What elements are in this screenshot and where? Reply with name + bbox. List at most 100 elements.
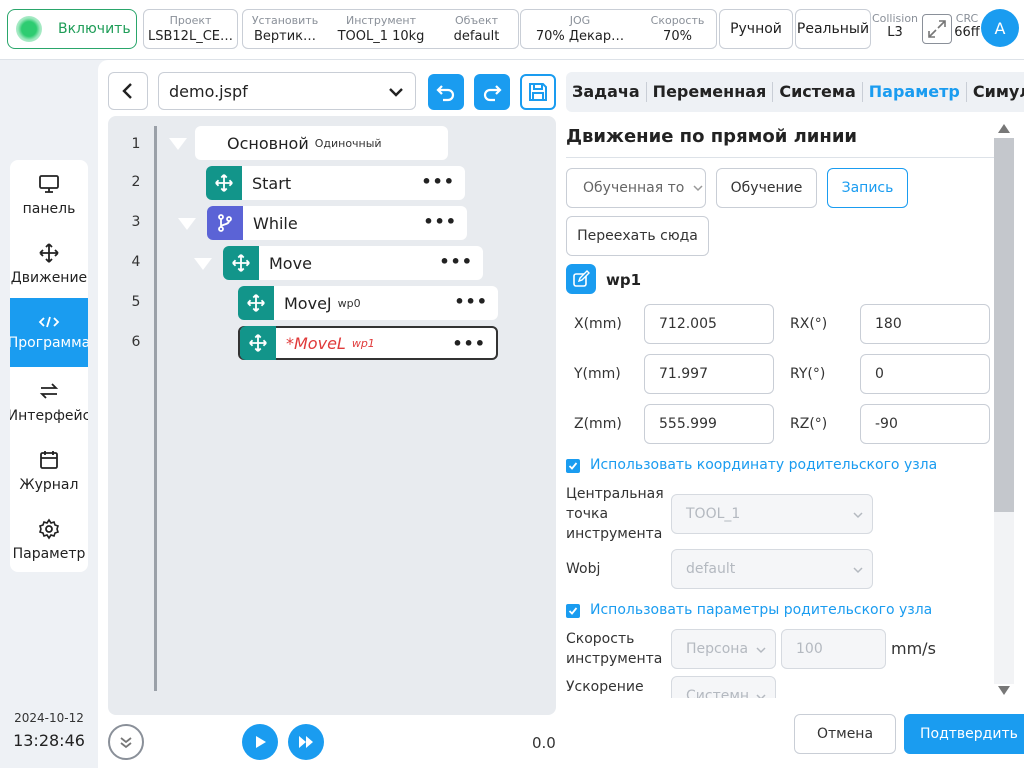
play-button[interactable] [242,724,278,760]
file-name: demo.jspf [169,81,248,101]
nav-item-panel[interactable]: панель [10,160,88,229]
confirm-button[interactable]: Подтвердить [904,714,1024,754]
nav-item-program[interactable]: Программа [10,298,88,367]
node-label: Start [252,173,292,193]
line-number: 3 [131,214,141,230]
gear-icon [38,518,60,539]
wobj-select[interactable]: default [671,549,873,589]
run-controls: 0.0 [108,722,556,762]
rz-input[interactable]: -90 [860,404,990,444]
rx-input[interactable]: 180 [860,304,990,344]
undo-button[interactable] [428,74,464,110]
more-options-icon[interactable]: ••• [454,294,488,310]
speed-value: 70% [663,28,692,44]
tool-speed-mode-value: Персона [686,641,749,657]
line-number: 4 [131,254,141,270]
code-icon [38,316,60,327]
manual-mode-button[interactable]: Ручной [719,9,793,49]
rz-label: RZ(°) [790,416,828,432]
jog-caption: JOG [569,13,591,27]
save-button[interactable] [520,74,556,110]
tab-variable[interactable]: Переменная [647,82,774,102]
node-label: Основной [227,133,309,153]
tab-task[interactable]: Задача [566,82,647,102]
step-forward-button[interactable] [288,724,324,760]
project-info[interactable]: Проект LSB12L_CE… [143,9,238,49]
more-options-icon[interactable]: ••• [421,174,455,190]
more-options-icon[interactable]: ••• [452,336,486,352]
real-mode-button[interactable]: Реальный [795,9,871,49]
tab-system[interactable]: Система [773,82,863,102]
nav-item-journal[interactable]: Журнал [10,436,88,505]
teach-button[interactable]: Обучение [716,168,817,208]
tool-speed-input[interactable]: 100 [781,629,886,669]
tcp-select[interactable]: TOOL_1 [671,494,873,534]
tree-node-movej[interactable]: MoveJ wp0 ••• [238,286,498,320]
jog-speed-info[interactable]: JOG 70% Декар… Скорость 70% [520,9,717,49]
redo-button[interactable] [474,74,510,110]
nav-label: Журнал [19,476,79,493]
expand-icon[interactable] [922,14,952,44]
tab-simulation[interactable]: Симуляция [967,82,1024,102]
tree-node-movel-selected[interactable]: *MoveL wp1 ••• [238,326,498,360]
speed-caption: Скорость [650,13,705,27]
scroll-thumb[interactable] [994,138,1014,512]
move-here-button[interactable]: Переехать сюда [566,216,709,256]
tree-node-move[interactable]: Move ••• [223,246,483,280]
use-parent-coord-checkbox[interactable] [566,459,580,473]
file-select[interactable]: demo.jspf [158,72,416,110]
record-button[interactable]: Запись [827,168,908,208]
ry-input[interactable]: 0 [860,354,990,394]
nav-item-motion[interactable]: Движение [10,229,88,298]
install-tool-object-info[interactable]: Установить Вертик… Инструмент TOOL_1 10k… [242,9,519,49]
collapse-toggle-icon[interactable] [194,258,212,270]
time-display: 13:28:46 [13,731,85,750]
tree-node-main[interactable]: Основной Одиночный [195,126,448,160]
use-parent-params-checkbox[interactable] [566,604,580,618]
main-panel: demo.jspf 1 2 3 4 5 6 Основной Одиночный… [98,60,1024,768]
y-input[interactable]: 71.997 [644,354,774,394]
fast-forward-icon [299,736,313,748]
z-input[interactable]: 555.999 [644,404,774,444]
collapse-toggle-icon[interactable] [178,218,196,230]
edit-icon[interactable] [566,264,596,294]
tool-speed-label-line1: Скорость [566,631,635,647]
scroll-up-icon[interactable] [998,124,1010,133]
line-number: 1 [131,136,141,152]
top-bar: Включить Проект LSB12L_CE… Установить Ве… [0,0,1024,60]
more-options-icon[interactable]: ••• [439,254,473,270]
tab-parameter[interactable]: Параметр [863,82,967,102]
tool-speed-mode-select[interactable]: Персона [671,629,776,669]
nav-item-settings[interactable]: Параметр [10,505,88,572]
collapse-toggle-icon[interactable] [169,138,187,150]
use-parent-params-label[interactable]: Использовать параметры родительского узл… [590,602,932,618]
scroll-down-icon[interactable] [998,686,1010,695]
chevron-down-icon [120,737,132,749]
swap-icon [39,382,59,399]
move-icon [223,246,259,280]
nav-item-interface[interactable]: Интерфейс [10,367,88,436]
x-input[interactable]: 712.005 [644,304,774,344]
y-label: Y(mm) [574,366,621,382]
tree-node-while[interactable]: While ••• [207,206,467,240]
taught-point-value: Обученная то [583,180,685,196]
tree-node-start[interactable]: Start ••• [206,166,465,200]
redo-icon [483,85,502,102]
install-value: Вертик… [253,28,317,44]
tool-speed-label-line2: инструмента [566,651,663,667]
use-parent-coord-label[interactable]: Использовать координату родительского уз… [590,457,937,473]
accel-mode-select[interactable]: Системн [671,676,776,698]
power-on-button[interactable]: Включить [7,9,137,49]
collapse-all-button[interactable] [108,724,144,760]
node-sub-label: wp0 [337,296,361,310]
divider [566,157,994,158]
more-options-icon[interactable]: ••• [423,214,457,230]
line-number: 2 [131,174,141,190]
param-scrollbar[interactable] [994,118,1014,698]
taught-point-select[interactable]: Обученная то [566,168,706,208]
back-button[interactable] [108,72,148,110]
cancel-button[interactable]: Отмена [794,714,896,754]
node-sub-label: Одиночный [314,136,382,150]
node-label: MoveJ [284,293,332,313]
user-avatar[interactable]: A [981,9,1019,47]
